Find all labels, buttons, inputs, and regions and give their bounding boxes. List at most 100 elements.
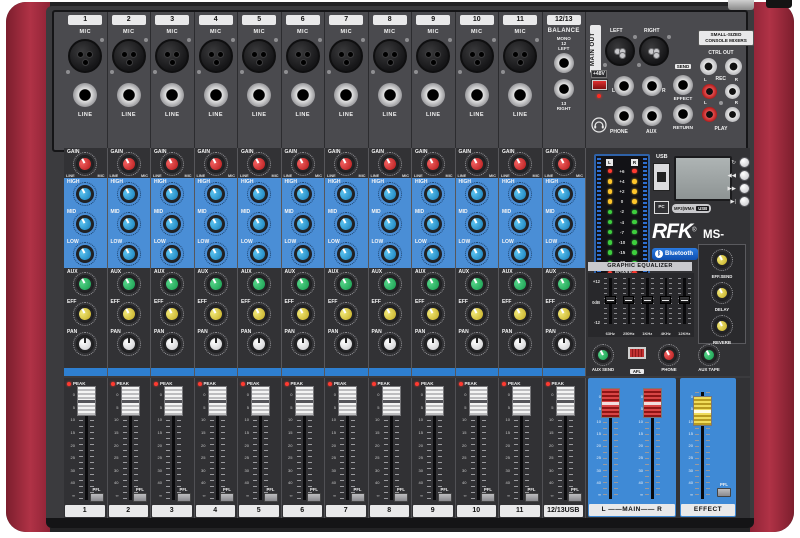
low-eq-knob[interactable] <box>291 242 315 266</box>
mid-eq-knob[interactable] <box>204 212 228 236</box>
pfl-button[interactable] <box>264 493 278 502</box>
channel-fader[interactable] <box>295 386 314 416</box>
channel-fader[interactable] <box>121 386 140 416</box>
high-eq-knob[interactable] <box>552 182 576 206</box>
eff-knob[interactable] <box>160 302 184 326</box>
gain-knob[interactable] <box>334 152 358 176</box>
bluetooth-button[interactable]: ᛒ Bluetooth <box>652 248 698 260</box>
prev-button[interactable] <box>739 170 750 181</box>
pfl-button[interactable] <box>220 493 234 502</box>
gain-knob[interactable] <box>204 152 228 176</box>
pan-knob[interactable] <box>204 332 228 356</box>
gain-knob[interactable] <box>247 152 271 176</box>
mid-eq-knob[interactable] <box>552 212 576 236</box>
high-eq-knob[interactable] <box>247 182 271 206</box>
gain-knob[interactable] <box>465 152 489 176</box>
mid-eq-knob[interactable] <box>465 212 489 236</box>
mid-eq-knob[interactable] <box>160 212 184 236</box>
pfl-button[interactable] <box>133 493 147 502</box>
high-eq-knob[interactable] <box>334 182 358 206</box>
mid-eq-knob[interactable] <box>334 212 358 236</box>
aux-knob[interactable] <box>117 272 141 296</box>
pan-knob[interactable] <box>552 332 576 356</box>
aux-knob[interactable] <box>334 272 358 296</box>
channel-fader[interactable] <box>251 386 270 416</box>
eq-slider-handle[interactable] <box>605 296 616 304</box>
mid-eq-knob[interactable] <box>73 212 97 236</box>
mid-eq-knob[interactable] <box>378 212 402 236</box>
pfl-button[interactable] <box>90 493 104 502</box>
channel-fader[interactable] <box>164 386 183 416</box>
effect-fader[interactable] <box>693 396 712 426</box>
aux-knob[interactable] <box>465 272 489 296</box>
high-eq-knob[interactable] <box>160 182 184 206</box>
gain-knob[interactable] <box>160 152 184 176</box>
channel-fader[interactable] <box>556 386 575 416</box>
play-pause-button[interactable] <box>739 196 750 207</box>
channel-fader[interactable] <box>77 386 96 416</box>
high-eq-knob[interactable] <box>465 182 489 206</box>
channel-fader[interactable] <box>382 386 401 416</box>
mid-eq-knob[interactable] <box>291 212 315 236</box>
aux-knob[interactable] <box>378 272 402 296</box>
delay-knob[interactable] <box>711 282 733 304</box>
aux-tape-knob[interactable] <box>698 344 720 366</box>
gain-knob[interactable] <box>421 152 445 176</box>
pan-knob[interactable] <box>247 332 271 356</box>
effect-pfl-button[interactable] <box>717 488 731 497</box>
aux-knob[interactable] <box>73 272 97 296</box>
high-eq-knob[interactable] <box>73 182 97 206</box>
high-eq-knob[interactable] <box>204 182 228 206</box>
low-eq-knob[interactable] <box>160 242 184 266</box>
eff-knob[interactable] <box>291 302 315 326</box>
low-eq-knob[interactable] <box>73 242 97 266</box>
main-l-fader[interactable] <box>601 388 620 418</box>
channel-fader[interactable] <box>469 386 488 416</box>
pfl-button[interactable] <box>351 493 365 502</box>
low-eq-knob[interactable] <box>204 242 228 266</box>
aux-knob[interactable] <box>421 272 445 296</box>
low-eq-knob[interactable] <box>378 242 402 266</box>
repeat-button[interactable] <box>739 157 750 168</box>
eff-knob[interactable] <box>508 302 532 326</box>
eff-knob[interactable] <box>73 302 97 326</box>
high-eq-knob[interactable] <box>421 182 445 206</box>
mid-eq-knob[interactable] <box>421 212 445 236</box>
eff-knob[interactable] <box>334 302 358 326</box>
pan-knob[interactable] <box>117 332 141 356</box>
aux-knob[interactable] <box>552 272 576 296</box>
low-eq-knob[interactable] <box>552 242 576 266</box>
high-eq-knob[interactable] <box>117 182 141 206</box>
pfl-button[interactable] <box>525 493 539 502</box>
eff-knob[interactable] <box>247 302 271 326</box>
gain-knob[interactable] <box>291 152 315 176</box>
low-eq-knob[interactable] <box>334 242 358 266</box>
high-eq-knob[interactable] <box>291 182 315 206</box>
eff-knob[interactable] <box>552 302 576 326</box>
pan-knob[interactable] <box>378 332 402 356</box>
low-eq-knob[interactable] <box>465 242 489 266</box>
high-eq-knob[interactable] <box>508 182 532 206</box>
pfl-button[interactable] <box>438 493 452 502</box>
pan-knob[interactable] <box>73 332 97 356</box>
pfl-button[interactable] <box>307 493 321 502</box>
pfl-button[interactable] <box>568 493 582 502</box>
channel-fader[interactable] <box>425 386 444 416</box>
eff-knob[interactable] <box>465 302 489 326</box>
pan-knob[interactable] <box>508 332 532 356</box>
aux-knob[interactable] <box>204 272 228 296</box>
afl-button[interactable] <box>627 346 647 360</box>
eq-slider-handle[interactable] <box>660 296 671 304</box>
eff-knob[interactable] <box>378 302 402 326</box>
eq-slider-handle[interactable] <box>642 296 653 304</box>
aux-send-knob[interactable] <box>592 344 614 366</box>
channel-fader[interactable] <box>338 386 357 416</box>
eff-knob[interactable] <box>421 302 445 326</box>
pfl-button[interactable] <box>481 493 495 502</box>
gain-knob[interactable] <box>73 152 97 176</box>
aux-knob[interactable] <box>247 272 271 296</box>
next-button[interactable] <box>739 183 750 194</box>
gain-knob[interactable] <box>552 152 576 176</box>
phone-knob[interactable] <box>658 344 680 366</box>
pan-knob[interactable] <box>421 332 445 356</box>
